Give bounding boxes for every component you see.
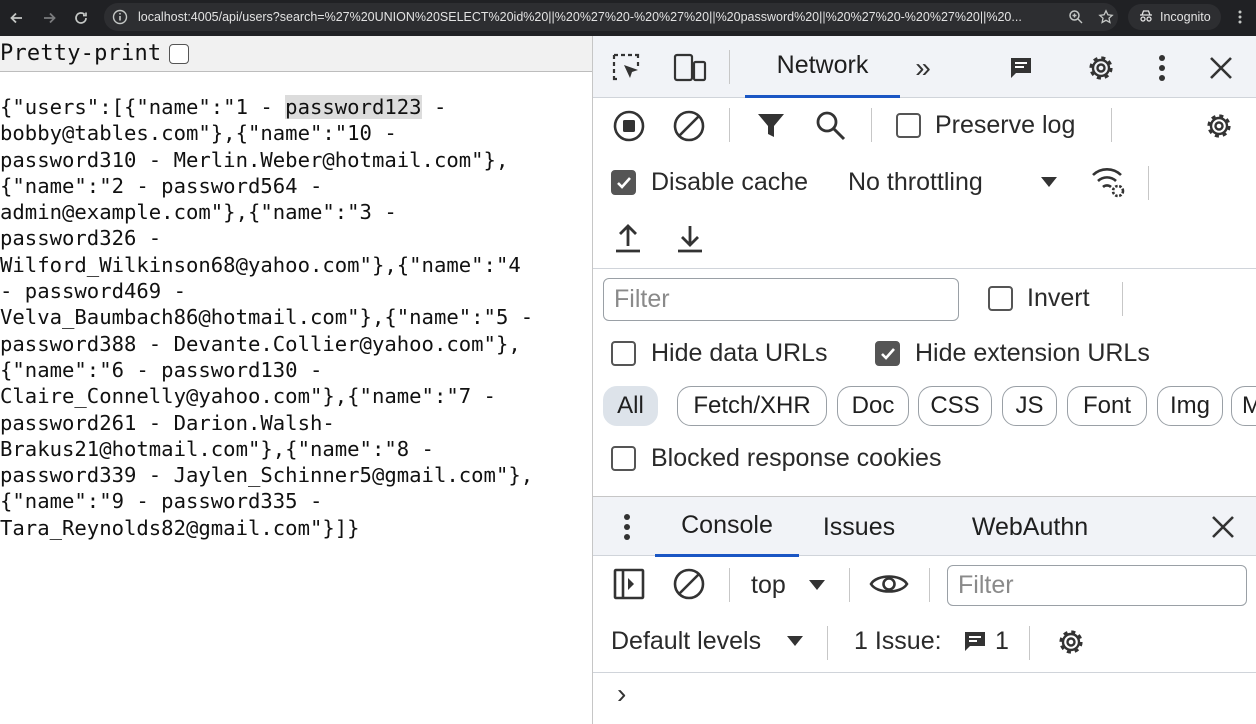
type-filter-font[interactable]: Font [1067,386,1147,426]
disable-cache-label: Disable cache [651,168,809,196]
forward-icon[interactable] [34,3,64,33]
chevron-down-icon[interactable] [783,629,807,653]
type-filter-fetch-xhr[interactable]: Fetch/XHR [677,386,827,426]
live-expression-eye-icon[interactable] [867,566,911,602]
devtools-menu-icon[interactable] [1149,50,1175,86]
console-settings-icon[interactable] [1053,624,1089,660]
json-line: - [421,95,447,119]
hide-data-urls-checkbox[interactable] [611,341,636,366]
json-line: Brakus21@hotmail.com"},{"name":"8 - [0,436,434,461]
type-filter-js[interactable]: JS [1002,386,1057,426]
preserve-log-label: Preserve log [935,111,1076,139]
json-response: {"users":[{"name":"1 - password123 - bob… [0,94,592,541]
json-line: {"name":"2 - password564 - [0,173,323,198]
search-icon[interactable] [813,108,849,144]
pretty-print-bar: Pretty-print [0,36,592,72]
invert-label: Invert [1027,284,1090,312]
close-devtools-icon[interactable] [1203,50,1239,86]
filter-funnel-icon[interactable] [753,108,789,144]
hide-data-urls-label: Hide data URLs [651,339,828,367]
bookmark-star-icon[interactable] [1094,5,1118,29]
json-line: password326 - [0,226,162,251]
json-line: password388 - Devante.Collier@yahoo.com"… [0,331,521,356]
json-line: admin@example.com"},{"name":"3 - [0,200,397,225]
device-toolbar-icon[interactable] [671,50,709,86]
json-line: {"name":"6 - password130 - [0,357,323,382]
inspect-element-icon[interactable] [609,50,645,86]
network-settings-icon[interactable] [1201,108,1237,144]
incognito-badge[interactable]: Incognito [1128,4,1221,30]
hide-extension-urls-checkbox[interactable] [875,341,900,366]
tab-webauthn[interactable]: WebAuthn [953,497,1107,557]
issues-count[interactable]: 1 [995,627,1009,656]
network-filter-input[interactable]: Filter [603,278,959,321]
json-line: - password469 - [0,279,186,304]
tab-network[interactable]: Network [745,36,900,98]
browser-toolbar: localhost:4005/api/users?search=%27%20UN… [0,0,1256,36]
disable-cache-checkbox[interactable] [611,170,636,195]
address-bar[interactable]: localhost:4005/api/users?search=%27%20UN… [104,3,1118,31]
more-tabs-button[interactable]: » [903,50,943,86]
type-filter-css[interactable]: CSS [918,386,992,426]
preserve-log-checkbox[interactable] [896,113,921,138]
record-stop-icon[interactable] [611,108,647,144]
zoom-icon[interactable] [1064,5,1088,29]
json-line: Tara_Reynolds82@gmail.com"}]} [0,515,360,540]
browser-menu-icon[interactable] [1228,4,1252,30]
feedback-icon[interactable] [1005,52,1037,84]
incognito-label: Incognito [1160,10,1211,24]
site-info-icon[interactable] [108,5,132,29]
json-line: {"name":"9 - password335 - [0,489,323,514]
url-text[interactable]: localhost:4005/api/users?search=%27%20UN… [138,10,1054,24]
json-line: password339 - Jaylen_Schinner5@gmail.com… [0,463,534,488]
hide-extension-urls-label: Hide extension URLs [915,339,1150,367]
network-conditions-icon[interactable] [1089,164,1129,200]
json-line: password310 - Merlin.Weber@hotmail.com"}… [0,147,509,172]
type-filter-more[interactable]: M [1231,386,1256,426]
clear-console-icon[interactable] [671,566,707,602]
issues-label[interactable]: 1 Issue: [854,627,942,656]
export-har-icon[interactable] [673,222,707,256]
drawer-tabbar: Console Issues WebAuthn [593,496,1256,557]
json-line: Wilford_Wilkinson68@yahoo.com"},{"name":… [0,252,521,277]
json-line: password261 - Darion.Walsh- [0,410,335,435]
console-prompt[interactable]: › [617,678,626,710]
console-sidebar-icon[interactable] [611,566,647,602]
back-icon[interactable] [2,3,32,33]
page-viewport: Pretty-print {"users":[{"name":"1 - pass… [0,36,592,724]
import-har-icon[interactable] [611,222,645,256]
chevron-down-icon[interactable] [1037,170,1061,194]
chevron-down-icon[interactable] [805,573,829,597]
settings-gear-icon[interactable] [1083,50,1119,86]
json-line: {"users":[{"name":"1 - [0,95,286,119]
incognito-icon [1138,9,1154,26]
json-line: Claire_Connelly@yahoo.com"},{"name":"7 - [0,384,496,409]
invert-checkbox[interactable] [988,286,1013,311]
tab-issues[interactable]: Issues [807,497,911,557]
blocked-cookies-checkbox[interactable] [611,446,636,471]
json-line: Velva_Baumbach86@hotmail.com"},{"name":"… [0,305,534,330]
close-drawer-icon[interactable] [1205,509,1241,545]
drawer-menu-icon[interactable] [619,509,635,545]
devtools-tabbar: Network » [593,36,1256,98]
console-filter-placeholder: Filter [958,571,1014,599]
default-levels-select[interactable]: Default levels [611,627,761,656]
tab-console[interactable]: Console [655,497,799,557]
type-filter-img[interactable]: Img [1157,386,1223,426]
pretty-print-checkbox[interactable] [169,43,190,64]
json-line: bobby@tables.com"},{"name":"10 - [0,121,397,146]
pretty-print-label: Pretty-print [0,41,162,66]
type-filter-doc[interactable]: Doc [837,386,909,426]
devtools-panel: Network » Preserve log Disable cache No … [592,36,1256,724]
context-select[interactable]: top [751,571,786,600]
issue-message-icon[interactable] [961,628,989,656]
filter-placeholder: Filter [614,285,670,313]
blocked-cookies-label: Blocked response cookies [651,444,942,472]
clear-icon[interactable] [671,108,707,144]
selected-text[interactable]: password123 [285,95,422,119]
type-filter-all[interactable]: All [603,386,658,426]
throttling-select[interactable]: No throttling [848,168,983,197]
reload-icon[interactable] [66,3,96,33]
console-filter-input[interactable]: Filter [947,565,1247,606]
